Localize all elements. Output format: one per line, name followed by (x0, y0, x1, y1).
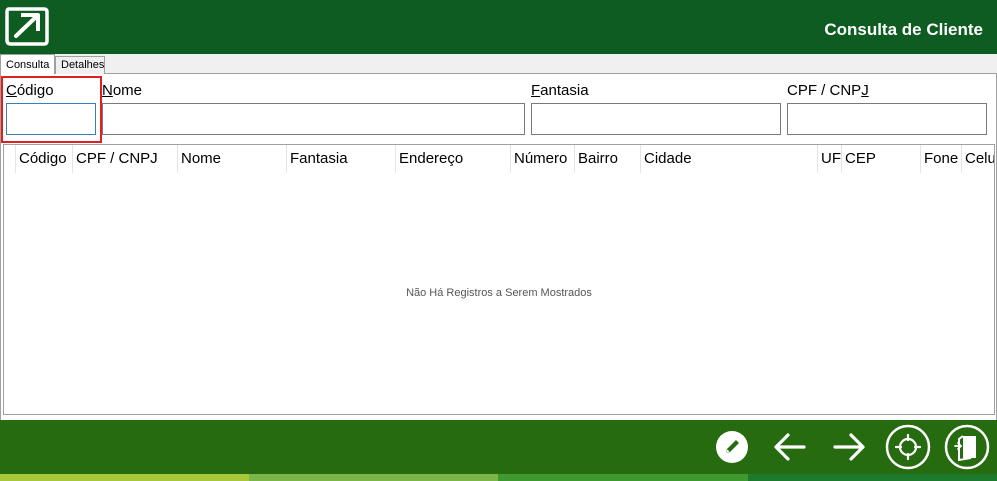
exit-button[interactable] (944, 424, 990, 470)
column-header-fone[interactable]: Fone (920, 145, 961, 173)
column-header-cep[interactable]: CEP (841, 145, 920, 173)
footer-stripe (0, 474, 249, 481)
fantasia-input[interactable] (531, 103, 781, 135)
footer-stripe (498, 474, 748, 481)
column-header-fantasia[interactable]: Fantasia (286, 145, 395, 173)
edit-icon (716, 431, 748, 463)
codigo-input[interactable] (6, 103, 96, 135)
codigo-label: Código (6, 82, 54, 99)
footer-toolbar (0, 420, 997, 474)
column-header-codigo[interactable]: Código (15, 145, 72, 173)
nome-label: Nome (102, 82, 143, 99)
tab-detalhes[interactable]: Detalhes (55, 56, 105, 74)
footer-stripe (748, 474, 997, 481)
exit-door-icon (944, 424, 990, 470)
previous-button[interactable] (772, 429, 808, 465)
next-button[interactable] (831, 429, 867, 465)
nome-input[interactable] (102, 103, 525, 135)
cpf-cnpj-label: CPF / CNPJ (787, 82, 869, 99)
column-header-cpf-cnpj[interactable]: CPF / CNPJ (72, 145, 177, 173)
grid-header: Código CPF / CNPJ Nome Fantasia Endereço… (4, 145, 994, 173)
column-header-numero[interactable]: Número (510, 145, 574, 173)
fantasia-label: Fantasia (531, 82, 589, 99)
column-header-celular[interactable]: Celu (961, 145, 994, 173)
locate-button[interactable] (885, 424, 931, 470)
column-header-bairro[interactable]: Bairro (574, 145, 640, 173)
column-header-cidade[interactable]: Cidade (640, 145, 817, 173)
window-title: Consulta de Cliente (824, 20, 983, 39)
consulta-panel: Código Nome Fantasia CPF / CNPJ Código C… (0, 74, 997, 420)
footer-stripe (249, 474, 498, 481)
edit-button[interactable] (715, 430, 749, 464)
tab-consulta[interactable]: Consulta (0, 54, 55, 75)
empty-message: Não Há Registros a Serem Mostrados (406, 287, 592, 299)
column-header-endereco[interactable]: Endereço (395, 145, 510, 173)
results-grid[interactable]: Código CPF / CNPJ Nome Fantasia Endereço… (3, 144, 995, 415)
tab-strip: Consulta Detalhes (0, 54, 997, 75)
logo-icon (5, 7, 49, 46)
cpf-cnpj-input[interactable] (787, 103, 987, 135)
app-header: Consulta de Cliente (0, 0, 997, 54)
column-header-nome[interactable]: Nome (177, 145, 286, 173)
arrow-left-icon (774, 433, 806, 461)
arrow-right-icon (833, 433, 865, 461)
column-header-uf[interactable]: UF (817, 145, 841, 173)
crosshair-icon (885, 424, 931, 470)
